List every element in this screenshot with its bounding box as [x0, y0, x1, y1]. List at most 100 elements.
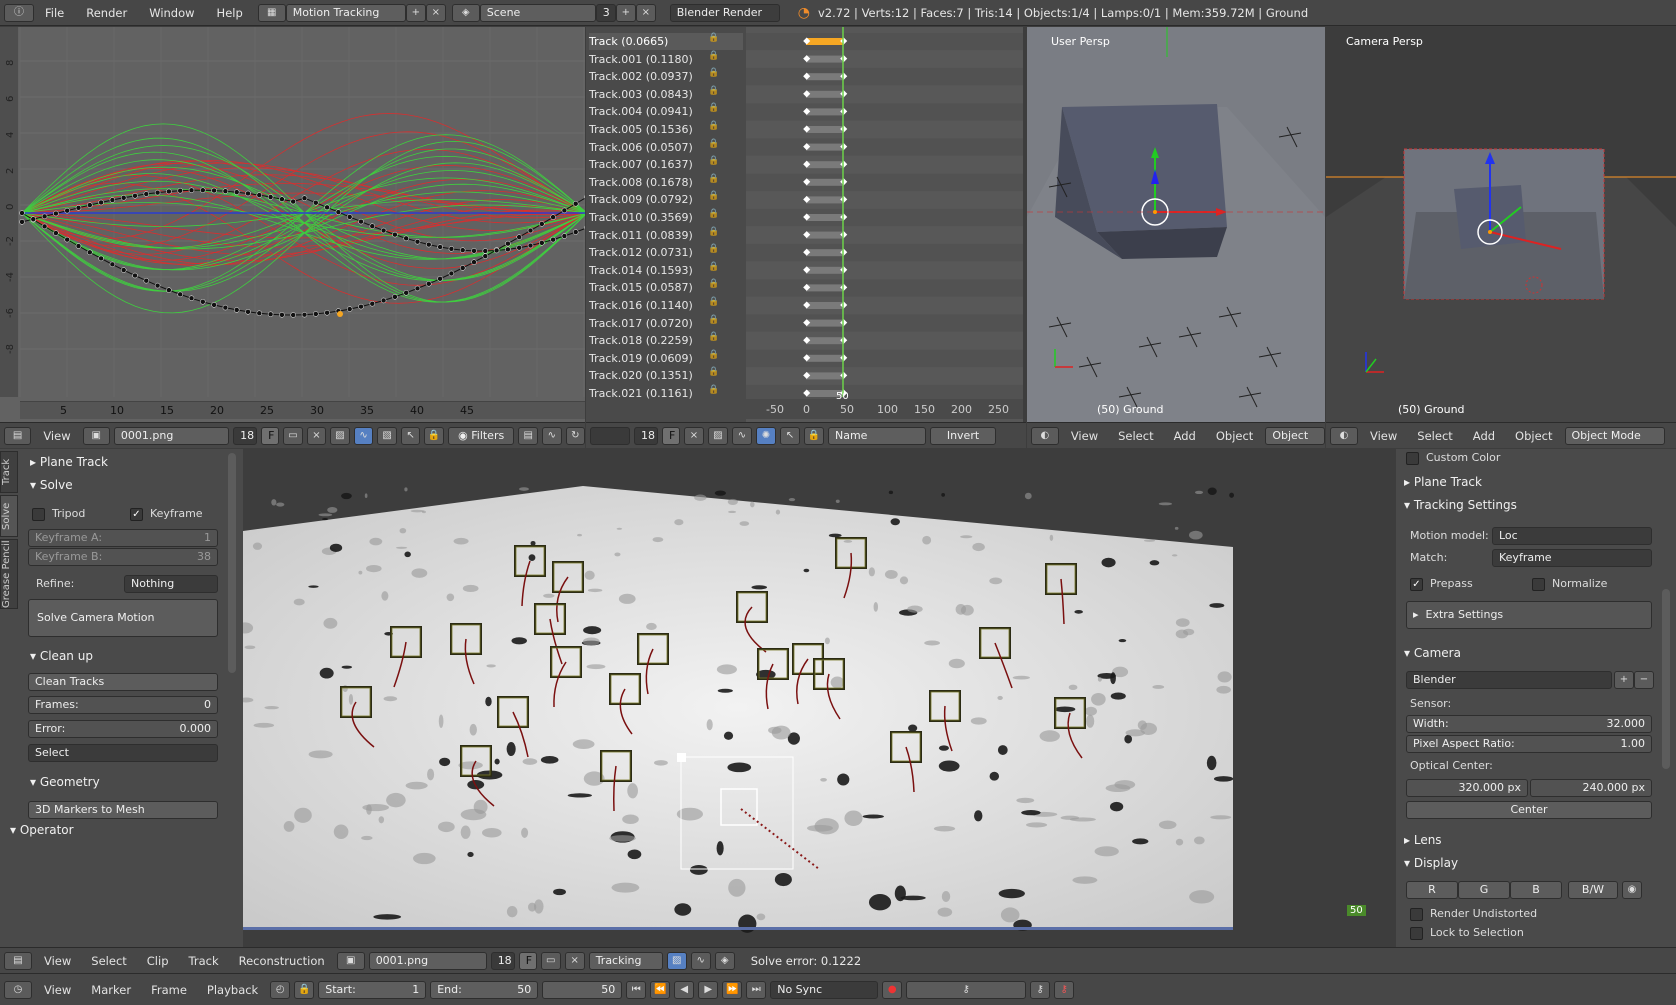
match-select[interactable]: Keyframe	[1492, 549, 1652, 567]
tracking-settings-panel[interactable]: ▾ Tracking Settings	[1404, 494, 1517, 516]
filter-a-icon[interactable]: ▤	[518, 426, 538, 445]
properties-scrollbar[interactable]	[1662, 589, 1670, 769]
track-lock-icon[interactable]: 🔒	[708, 68, 719, 78]
open-clip-icon[interactable]: ▭	[283, 426, 303, 445]
render-undistorted-row[interactable]: Render Undistorted	[1410, 905, 1537, 923]
track-list-item[interactable]: Track.004 (0.0941)	[589, 103, 743, 120]
menu-render[interactable]: Render	[75, 6, 138, 20]
clip-fake-user[interactable]: F	[518, 951, 537, 970]
custom-color-check[interactable]	[1406, 451, 1419, 465]
add-preset-icon[interactable]: +	[1614, 671, 1634, 689]
jump-end-icon[interactable]: ⏭	[746, 980, 767, 999]
prepass-check[interactable]: ✓	[1410, 577, 1423, 591]
vp1-add-menu[interactable]: Add	[1166, 429, 1204, 443]
menu-help[interactable]: Help	[206, 6, 254, 20]
clip-unlink-icon[interactable]: ×	[564, 951, 585, 970]
track-list-item[interactable]: Track.008 (0.1678)	[589, 174, 743, 191]
end-frame-field[interactable]: End: 50	[430, 980, 539, 999]
geometry-panel[interactable]: ▾ Geometry	[30, 771, 100, 793]
delete-key-icon[interactable]: ⚷	[1054, 980, 1075, 999]
timeline-clock-icon[interactable]: ◴	[270, 980, 291, 999]
invert-toggle[interactable]: Invert	[930, 426, 996, 445]
track-lock-icon[interactable]: 🔒	[708, 350, 719, 360]
editor-type-icon[interactable]: ▤	[4, 426, 32, 445]
timeline-editor-icon[interactable]: ◷	[4, 980, 32, 999]
track-list-item[interactable]: Track.002 (0.0937)	[589, 68, 743, 85]
lock-to-selection-check[interactable]	[1410, 926, 1423, 940]
graph-clip-field[interactable]: 0001.png	[113, 426, 230, 445]
menu-window[interactable]: Window	[138, 6, 205, 20]
insert-key-icon[interactable]: ⚷	[1030, 980, 1051, 999]
clip-icon[interactable]: ▣	[82, 426, 110, 445]
dope-unlink-icon[interactable]: ×	[684, 426, 704, 445]
camera-panel[interactable]: ▾ Camera	[1404, 642, 1461, 664]
operator-panel[interactable]: ▾ Operator	[10, 819, 230, 841]
play-icon[interactable]: ▶	[698, 980, 719, 999]
track-lock-icon[interactable]: 🔒	[708, 332, 719, 342]
display-panel[interactable]: ▾ Display	[1404, 852, 1458, 874]
select-cursor-icon[interactable]: ↖	[400, 426, 421, 445]
lock-icon[interactable]: 🔒	[424, 426, 444, 445]
cleanup-panel[interactable]: ▾ Clean up	[30, 645, 93, 667]
track-list-item[interactable]: Track.012 (0.0731)	[589, 244, 743, 261]
dope-select-icon[interactable]: ↖	[780, 426, 800, 445]
add-scene-icon[interactable]: +	[615, 3, 636, 22]
current-frame-field[interactable]: 50	[542, 980, 623, 999]
info-editor-icon[interactable]: ⓘ	[4, 3, 34, 22]
track-lock-icon[interactable]: 🔒	[708, 121, 719, 131]
timeline-frame-menu[interactable]: Frame	[143, 983, 195, 997]
custom-color-row[interactable]: Custom Color	[1406, 449, 1500, 467]
track-list-item[interactable]: Track.014 (0.1593)	[589, 262, 743, 279]
normalize-check[interactable]	[1532, 577, 1545, 591]
clip-footage[interactable]	[243, 449, 1396, 947]
track-list-item[interactable]: Track.016 (0.1140)	[589, 297, 743, 314]
filter-c-icon[interactable]: ↻	[565, 426, 586, 445]
remove-scene-icon[interactable]: ×	[635, 3, 656, 22]
clip-open-icon[interactable]: ▭	[540, 951, 561, 970]
track-list-item[interactable]: Track.015 (0.0587)	[589, 279, 743, 296]
start-frame-field[interactable]: Start: 1	[318, 980, 427, 999]
dopesheet-channels[interactable]: -50 0 50 100 150 200 250 50	[746, 27, 1023, 422]
sync-select[interactable]: No Sync	[770, 980, 879, 999]
vp1-view-menu[interactable]: View	[1063, 429, 1106, 443]
track-lock-icon[interactable]: 🔒	[708, 297, 719, 307]
track-list-item[interactable]: Track.011 (0.0839)	[589, 227, 743, 244]
sort-method-select[interactable]: Name	[828, 426, 926, 445]
camera-persp-viewport[interactable]: Camera Persp (50) Ground	[1326, 27, 1676, 422]
clip-view-icon[interactable]: ▨	[666, 951, 687, 970]
dopesheet-canvas[interactable]: -50 0 50 100 150 200 250 50	[746, 27, 1023, 422]
curve-mode-icon[interactable]: ∿	[353, 426, 374, 445]
vp1-object-menu[interactable]: Object	[1208, 429, 1261, 443]
vp1-select-menu[interactable]: Select	[1110, 429, 1161, 443]
vp2-object-menu[interactable]: Object	[1507, 429, 1560, 443]
channel-r-button[interactable]: R	[1406, 881, 1458, 899]
vp2-mode-select[interactable]: Object Mode	[1564, 426, 1665, 445]
menu-file[interactable]: File	[34, 6, 75, 20]
keyframe-b-field[interactable]: Keyframe B: 38	[28, 548, 218, 566]
prev-key-icon[interactable]: ⏪	[650, 980, 671, 999]
remove-layout-icon[interactable]: ×	[425, 3, 446, 22]
graph-view-menu[interactable]: View	[35, 429, 78, 443]
lens-panel[interactable]: ▸ Lens	[1404, 829, 1442, 851]
dope-view-b-icon[interactable]: ∿	[732, 426, 752, 445]
track-list-item[interactable]: Track.001 (0.1180)	[589, 51, 743, 68]
clip-track-menu[interactable]: Track	[181, 954, 227, 968]
dope-fake-user[interactable]: F	[662, 426, 680, 445]
center-button[interactable]: Center	[1406, 801, 1652, 819]
track-lock-icon[interactable]: 🔒	[708, 279, 719, 289]
track-lock-icon[interactable]: 🔒	[708, 156, 719, 166]
tool-shelf-scrollbar[interactable]	[228, 453, 236, 673]
sensor-width-field[interactable]: Width: 32.000	[1406, 715, 1652, 733]
vp1-editor-icon[interactable]: ◐	[1031, 426, 1059, 445]
vp2-select-menu[interactable]: Select	[1409, 429, 1460, 443]
refine-select[interactable]: Nothing	[124, 575, 218, 593]
clip-select-menu[interactable]: Select	[83, 954, 134, 968]
track-lock-icon[interactable]: 🔒	[708, 86, 719, 96]
camera-preset-select[interactable]: Blender	[1406, 671, 1612, 689]
normalize-row[interactable]: Normalize	[1532, 575, 1607, 593]
clip-pivot-icon[interactable]: ◈	[714, 951, 735, 970]
track-list-item[interactable]: Track.009 (0.0792)	[589, 191, 743, 208]
remove-preset-icon[interactable]: −	[1634, 671, 1654, 689]
motion-model-select[interactable]: Loc	[1492, 527, 1652, 545]
vp2-editor-icon[interactable]: ◐	[1330, 426, 1358, 445]
